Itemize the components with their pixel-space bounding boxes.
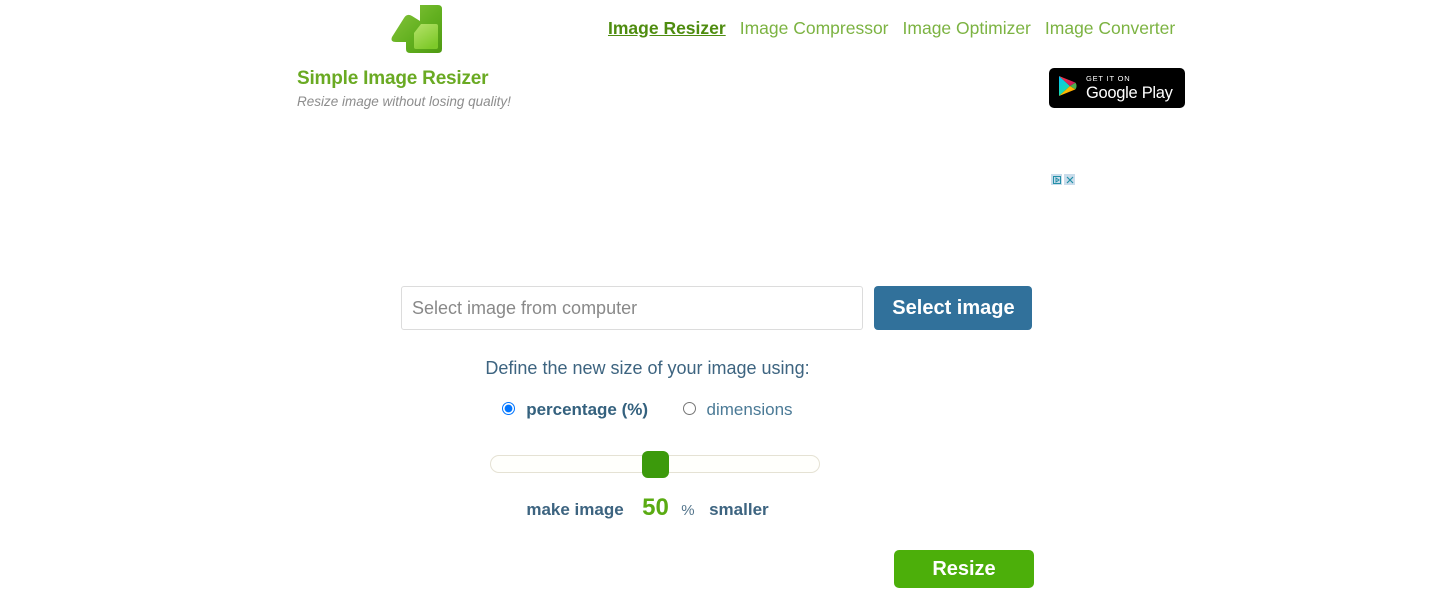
percentage-value: 50 bbox=[642, 494, 669, 521]
file-select-row: Select image bbox=[401, 286, 1033, 330]
resize-button[interactable]: Resize bbox=[894, 550, 1034, 588]
nav-link-image-compressor[interactable]: Image Compressor bbox=[740, 18, 889, 38]
radio-option-dimensions[interactable]: dimensions bbox=[682, 399, 793, 419]
size-mode-radio-group: percentage (%) dimensions bbox=[0, 399, 1295, 420]
site-title: Simple Image Resizer bbox=[297, 68, 489, 89]
radio-input-percentage[interactable] bbox=[502, 402, 516, 416]
radio-label-dimensions: dimensions bbox=[706, 399, 793, 419]
site-branding[interactable]: Simple Image Resizer Resize image withou… bbox=[297, 2, 537, 109]
adchoices-indicator[interactable] bbox=[1051, 174, 1075, 185]
adchoices-close-icon[interactable] bbox=[1064, 174, 1075, 185]
radio-option-percentage[interactable]: percentage (%) bbox=[502, 400, 652, 419]
nav-link-image-resizer[interactable]: Image Resizer bbox=[608, 18, 726, 38]
define-size-label: Define the new size of your image using: bbox=[485, 358, 810, 378]
google-play-badge[interactable]: GET IT ON Google Play bbox=[1049, 68, 1185, 108]
google-play-big-label: Google Play bbox=[1086, 83, 1173, 102]
percentage-slider-handle[interactable] bbox=[642, 451, 669, 478]
main-navigation: Image Resizer Image Compressor Image Optim… bbox=[608, 18, 1175, 39]
nav-link-image-optimizer[interactable]: Image Optimizer bbox=[903, 18, 1031, 38]
nav-link-image-converter[interactable]: Image Converter bbox=[1045, 18, 1175, 38]
percentage-readout: make image 50 % smaller bbox=[0, 494, 1295, 522]
google-play-small-label: GET IT ON bbox=[1086, 74, 1131, 83]
google-play-text: GET IT ON Google Play bbox=[1086, 75, 1173, 101]
make-image-suffix-label: smaller bbox=[709, 500, 769, 519]
select-image-button[interactable]: Select image bbox=[874, 286, 1033, 330]
radio-label-percentage: percentage (%) bbox=[526, 399, 649, 419]
adchoices-arrow-icon[interactable] bbox=[1051, 174, 1062, 185]
resize-arrow-logo-icon[interactable] bbox=[297, 2, 537, 64]
percentage-slider-track[interactable] bbox=[490, 451, 820, 478]
google-play-triangle-icon bbox=[1058, 75, 1078, 102]
radio-input-dimensions[interactable] bbox=[682, 402, 696, 416]
percent-sign-label: % bbox=[681, 502, 695, 519]
site-tagline: Resize image without losing quality! bbox=[297, 94, 511, 109]
file-path-input[interactable] bbox=[401, 286, 863, 330]
make-image-prefix-label: make image bbox=[526, 500, 624, 519]
